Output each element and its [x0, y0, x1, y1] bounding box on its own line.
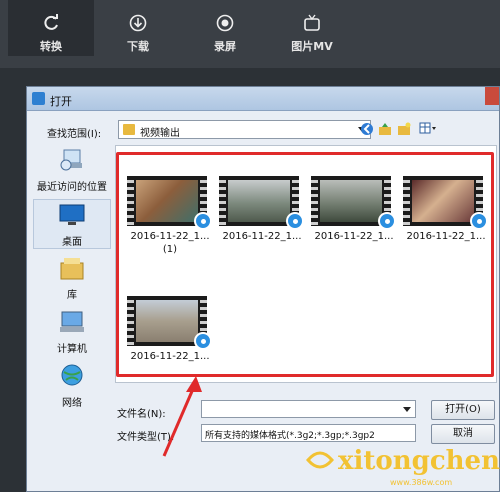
refresh-icon [44, 14, 58, 30]
up-folder-icon[interactable] [378, 122, 392, 136]
place-label: 最近访问的位置 [37, 182, 107, 193]
place-recent[interactable]: 最近访问的位置 [33, 145, 111, 195]
app-icon [32, 92, 45, 105]
chevron-down-icon[interactable] [403, 407, 411, 412]
tab-record[interactable]: 录屏 [182, 0, 268, 56]
place-network[interactable]: 网络 [33, 361, 111, 411]
media-badge-icon [470, 212, 488, 230]
tab-label: 转换 [40, 40, 62, 53]
file-name: 2016-11-22_1... [406, 231, 486, 242]
libraries-icon [60, 258, 84, 280]
record-icon [216, 14, 234, 32]
tab-label: 图片MV [291, 40, 333, 53]
tab-download[interactable]: 下载 [95, 0, 181, 56]
file-name-input[interactable] [201, 400, 416, 418]
desktop-icon [59, 204, 85, 225]
file-name: 2016-11-22_1... [314, 231, 394, 242]
place-label: 计算机 [57, 344, 87, 355]
place-label: 桌面 [62, 237, 82, 248]
file-item[interactable]: 2016-11-22_1... [398, 176, 488, 266]
tv-icon [304, 14, 320, 31]
close-button[interactable] [485, 87, 499, 105]
app-toolbar: 转换 下载 录屏 图片MV [0, 0, 500, 68]
file-name: 2016-11-22_1... [222, 231, 302, 242]
open-button[interactable]: 打开(O) [431, 400, 495, 420]
logo-icon [306, 451, 334, 469]
place-computer[interactable]: 计算机 [33, 307, 111, 357]
file-item[interactable]: 2016-11-22_1... [214, 176, 304, 266]
view-menu-icon[interactable] [419, 122, 437, 136]
watermark-text: xitongcheng [338, 446, 500, 476]
tab-picture-mv[interactable]: 图片MV [269, 0, 355, 56]
place-libraries[interactable]: 库 [33, 253, 111, 303]
network-icon [61, 364, 83, 386]
download-icon [129, 14, 147, 32]
media-badge-icon [378, 212, 396, 230]
media-badge-icon [194, 212, 212, 230]
media-badge-icon [194, 332, 212, 350]
look-in-dropdown[interactable]: 视频输出 [118, 120, 371, 139]
watermark-url: www.386w.com [390, 478, 453, 487]
file-list[interactable]: 2016-11-22_1... (1) 2016-11-22_1... 2016… [115, 145, 497, 383]
dialog-title: 打开 [50, 95, 72, 108]
new-folder-icon[interactable] [397, 122, 411, 136]
file-name-suffix: (1) [162, 244, 178, 255]
watermark-logo: xitongcheng www.386w.com [300, 440, 500, 492]
tab-label: 录屏 [214, 40, 236, 53]
file-item[interactable]: 2016-11-22_1... [306, 176, 396, 266]
file-name: 2016-11-22_1... [130, 231, 210, 242]
media-badge-icon [286, 212, 304, 230]
folder-icon [123, 124, 135, 135]
place-label: 网络 [62, 398, 82, 409]
back-icon[interactable] [360, 122, 374, 136]
annotation-arrow [162, 376, 202, 457]
place-desktop[interactable]: 桌面 [33, 199, 111, 249]
dialog-titlebar[interactable]: 打开 [27, 87, 499, 111]
file-item[interactable]: 2016-11-22_1... (1) [122, 176, 212, 266]
file-name: 2016-11-22_1... [130, 351, 210, 362]
tab-convert[interactable]: 转换 [8, 0, 94, 56]
open-dialog: 打开 查找范围(I): 视频输出 最近访问的位置 桌面 库 计算机 网络 201… [26, 86, 500, 492]
recent-places-icon [60, 149, 82, 171]
computer-icon [60, 311, 84, 332]
place-label: 库 [67, 290, 77, 301]
tab-label: 下载 [127, 40, 149, 53]
look-in-label: 查找范围(I): [47, 129, 102, 140]
look-in-value: 视频输出 [140, 128, 180, 139]
places-bar: 最近访问的位置 桌面 库 计算机 网络 [29, 143, 113, 413]
